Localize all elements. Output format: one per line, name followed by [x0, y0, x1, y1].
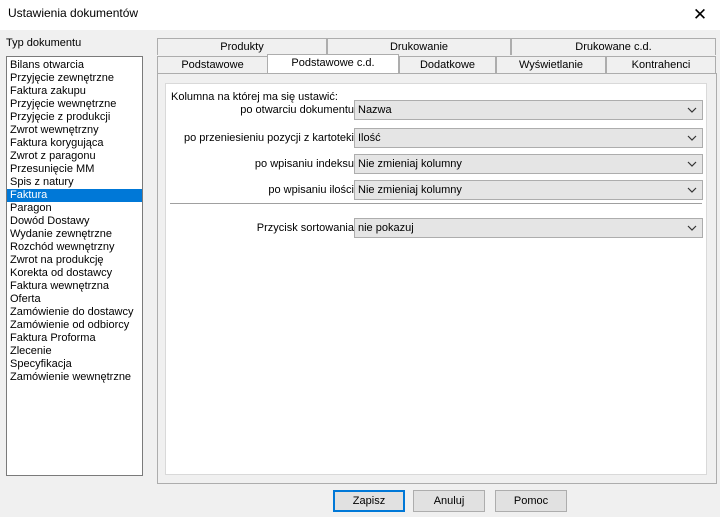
chevron-down-icon — [687, 107, 697, 113]
sort-button-value: nie pokazuj — [358, 222, 414, 234]
doc-type-item[interactable]: Korekta od dostawcy — [7, 267, 142, 280]
doc-type-item[interactable]: Oferta — [7, 293, 142, 306]
doc-type-item[interactable]: Specyfikacja — [7, 358, 142, 371]
doc-type-item[interactable]: Zwrot wewnętrzny — [7, 124, 142, 137]
close-button[interactable]: ✕ — [680, 0, 720, 30]
chevron-down-icon — [687, 135, 697, 141]
on-open-value: Nazwa — [358, 104, 392, 116]
after-quantity-label: po wpisaniu ilości — [268, 184, 354, 196]
settings-group: Kolumna na której ma się ustawić: po otw… — [165, 83, 707, 475]
on-open-select[interactable]: Nazwa — [354, 100, 703, 120]
tab-produkty[interactable]: Produkty — [157, 38, 327, 55]
after-quantity-select[interactable]: Nie zmieniaj kolumny — [354, 180, 703, 200]
column-section-heading: Kolumna na której ma się ustawić: — [171, 91, 338, 103]
doc-type-item[interactable]: Przyjęcie z produkcji — [7, 111, 142, 124]
tab-dodatkowe[interactable]: Dodatkowe — [399, 56, 496, 73]
chevron-down-icon — [687, 187, 697, 193]
title-bar: Ustawienia dokumentów ✕ — [0, 0, 720, 30]
tab-drukowane-cd[interactable]: Drukowane c.d. — [511, 38, 716, 55]
doc-type-item[interactable]: Faktura korygująca — [7, 137, 142, 150]
chevron-down-icon — [687, 161, 697, 167]
doc-type-item[interactable]: Zwrot z paragonu — [7, 150, 142, 163]
after-index-select[interactable]: Nie zmieniaj kolumny — [354, 154, 703, 174]
sort-button-label: Przycisk sortowania — [256, 222, 354, 234]
after-transfer-value: Ilość — [358, 132, 381, 144]
doc-type-item[interactable]: Przesunięcie MM — [7, 163, 142, 176]
doc-type-item[interactable]: Dowód Dostawy — [7, 215, 142, 228]
doc-type-item[interactable]: Zlecenie — [7, 345, 142, 358]
dialog-body: Typ dokumentu Bilans otwarcia Przyjęcie z… — [0, 30, 720, 517]
tab-drukowanie[interactable]: Drukowanie — [327, 38, 511, 55]
doc-type-item[interactable]: Wydanie zewnętrzne — [7, 228, 142, 241]
doc-type-item[interactable]: Spis z natury — [7, 176, 142, 189]
doc-type-item[interactable]: Przyjęcie zewnętrzne — [7, 72, 142, 85]
doc-type-item[interactable]: Faktura wewnętrzna — [7, 280, 142, 293]
doc-type-item[interactable]: Bilans otwarcia — [7, 59, 142, 72]
doc-type-item[interactable]: Rozchód wewnętrzny — [7, 241, 142, 254]
doc-type-item[interactable]: Faktura zakupu — [7, 85, 142, 98]
doc-type-item[interactable]: Faktura — [7, 189, 142, 202]
doc-type-item[interactable]: Faktura Proforma — [7, 332, 142, 345]
after-quantity-value: Nie zmieniaj kolumny — [358, 184, 462, 196]
after-transfer-select[interactable]: Ilość — [354, 128, 703, 148]
doc-type-item[interactable]: Zamówienie do dostawcy — [7, 306, 142, 319]
doc-type-item[interactable]: Zwrot na produkcję — [7, 254, 142, 267]
on-open-label: po otwarciu dokumentu — [240, 104, 354, 116]
cancel-button[interactable]: Anuluj — [413, 490, 485, 512]
separator — [170, 203, 702, 204]
doc-type-item[interactable]: Przyjęcie wewnętrzne — [7, 98, 142, 111]
tab-kontrahenci[interactable]: Kontrahenci — [606, 56, 716, 73]
doc-type-label: Typ dokumentu — [6, 37, 82, 49]
tab-wyswietlanie[interactable]: Wyświetlanie — [496, 56, 606, 73]
help-button[interactable]: Pomoc — [495, 490, 567, 512]
window-title: Ustawienia dokumentów — [8, 6, 139, 20]
tab-podstawowe-cd[interactable]: Podstawowe c.d. — [267, 54, 399, 73]
doc-type-item[interactable]: Zamówienie wewnętrzne — [7, 371, 142, 384]
doc-type-item[interactable]: Zamówienie od odbiorcy — [7, 319, 142, 332]
sort-button-select[interactable]: nie pokazuj — [354, 218, 703, 238]
tab-podstawowe[interactable]: Podstawowe — [157, 56, 268, 73]
tab-panel: Kolumna na której ma się ustawić: po otw… — [157, 73, 717, 484]
after-index-label: po wpisaniu indeksu — [254, 158, 354, 170]
doc-type-item[interactable]: Paragon — [7, 202, 142, 215]
after-transfer-label: po przeniesieniu pozycji z kartoteki — [184, 132, 354, 144]
chevron-down-icon — [687, 225, 697, 231]
after-index-value: Nie zmieniaj kolumny — [358, 158, 462, 170]
save-button[interactable]: Zapisz — [333, 490, 405, 512]
doc-type-list[interactable]: Bilans otwarcia Przyjęcie zewnętrzne Faktu… — [6, 56, 143, 476]
